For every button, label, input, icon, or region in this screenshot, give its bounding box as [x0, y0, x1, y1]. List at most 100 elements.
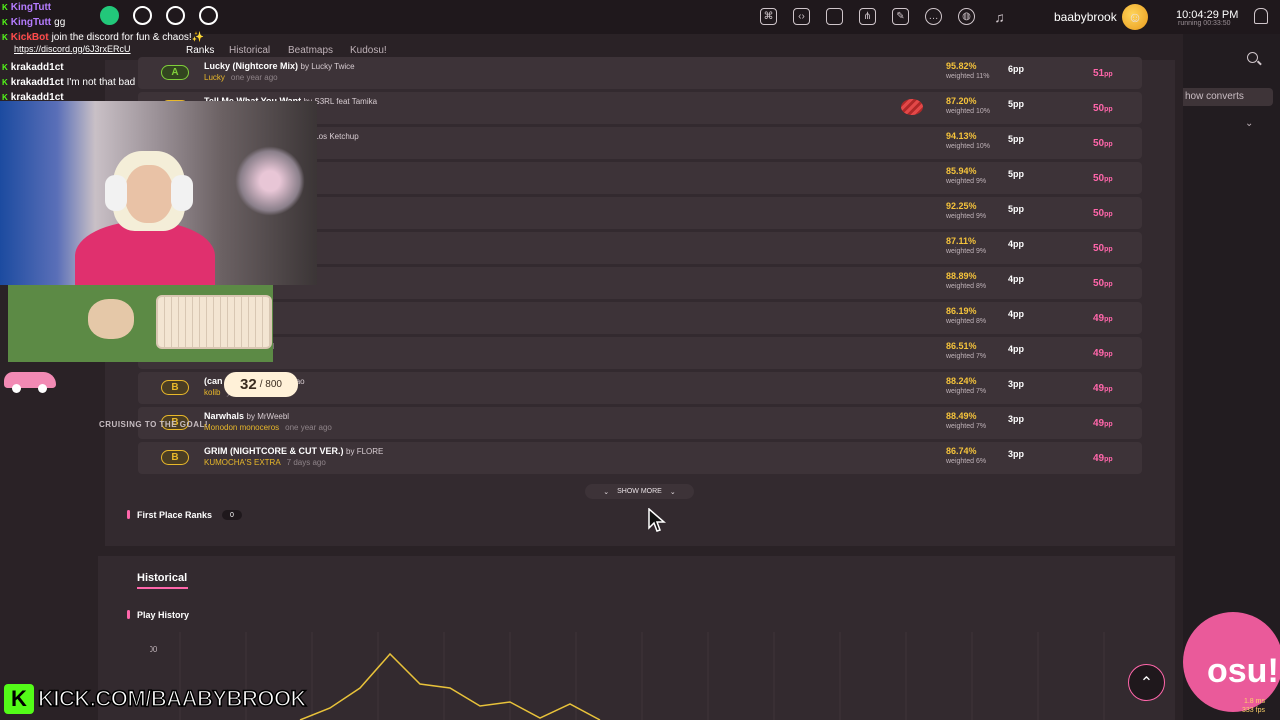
- car-wheel: [12, 384, 21, 393]
- grade-badge: B: [161, 450, 189, 465]
- chat-username: krakadd1ct: [10, 62, 64, 73]
- beatmap-title[interactable]: GRIM (NIGHTCORE & CUT VER.) by FLORE: [204, 446, 383, 456]
- headset-icon: [171, 175, 193, 211]
- tab-kudosu[interactable]: Kudosu!: [350, 45, 387, 56]
- show-more-button[interactable]: ⌄ SHOW MORE ⌄: [585, 484, 694, 499]
- edit-icon[interactable]: ✎: [892, 8, 909, 25]
- kick-logo: K: [4, 684, 34, 714]
- weight-percent: weighted 11%: [946, 73, 990, 80]
- pp-value: 50pp: [1093, 278, 1113, 289]
- rank-row[interactable]: Bl by krodness&Reole year ago86.51%weigh…: [138, 337, 1142, 369]
- pp-unit: pp: [1104, 211, 1113, 218]
- accuracy: 85.94%: [946, 166, 977, 176]
- search-icon[interactable]: [1247, 52, 1258, 63]
- weight-percent: weighted 10%: [946, 108, 990, 115]
- chat-username: krakadd1ct: [10, 92, 64, 103]
- beatmap-subline: Monodon monoceros one year ago: [204, 423, 332, 432]
- tablet-icon[interactable]: [826, 8, 843, 25]
- pp-number: 50: [1093, 173, 1105, 184]
- kick-handle: KICK.COM/BAABYBROOK: [37, 685, 307, 712]
- chat-message: Kkrakadd1ct: [2, 90, 232, 105]
- accuracy: 95.82%: [946, 61, 977, 71]
- car-icon: [4, 366, 56, 393]
- pp-value: 50pp: [1093, 138, 1113, 149]
- avatar[interactable]: ☺: [1122, 4, 1148, 30]
- pp-number: 50: [1093, 278, 1105, 289]
- accuracy: 86.51%: [946, 341, 977, 351]
- weight-percent: weighted 9%: [946, 248, 987, 255]
- show-converts-toggle[interactable]: how converts: [1183, 88, 1273, 106]
- pp-unit: pp: [1104, 386, 1113, 393]
- overlay-icon-group: [100, 6, 218, 25]
- pp-value: 49pp: [1093, 348, 1113, 359]
- chat-bubble-icon[interactable]: ⌘: [760, 8, 777, 25]
- webcam-feed: [0, 101, 317, 285]
- accuracy: 88.89%: [946, 271, 977, 281]
- pp-number: 50: [1093, 243, 1105, 254]
- section-marker: [127, 510, 130, 519]
- beatmap-title[interactable]: Narwhals by MrWeebl: [204, 411, 289, 421]
- beatmap-artist: by Lucky Twice: [300, 62, 355, 71]
- beatmap-title-text: GRIM (NIGHTCORE & CUT VER.): [204, 446, 344, 456]
- chevron-down-icon: ⌄: [603, 488, 610, 496]
- rank-row[interactable]: B GRIM (NIGHTCORE & CUT VER.) by FLORE KUM…: [138, 442, 1142, 474]
- pp-value: 50pp: [1093, 243, 1113, 254]
- headset-icon: [105, 175, 127, 211]
- beatmap-artist: by MrWeebl: [246, 412, 290, 421]
- section-marker: [127, 610, 130, 619]
- hand: [88, 299, 134, 339]
- tree-icon[interactable]: ⋔: [859, 8, 876, 25]
- pp-unit: pp: [1104, 421, 1113, 428]
- username[interactable]: baabybrook: [1054, 10, 1117, 24]
- pp-value: 51pp: [1093, 68, 1113, 79]
- pp-unit: pp: [1104, 106, 1113, 113]
- pp-number: 49: [1093, 453, 1105, 464]
- pp-number: 50: [1093, 138, 1105, 149]
- goal-counter-total: / 800: [259, 379, 282, 390]
- fps-readout: 333 fps: [1242, 707, 1265, 714]
- pp-number: 49: [1093, 348, 1105, 359]
- accuracy: 88.24%: [946, 376, 977, 386]
- globe-icon[interactable]: ◍: [958, 8, 975, 25]
- comment-icon[interactable]: …: [925, 8, 942, 25]
- weighted-pp: 6pp: [1008, 64, 1025, 74]
- weighted-pp: 3pp: [1008, 379, 1025, 389]
- pp-number: 51: [1093, 68, 1105, 79]
- beatmap-title-text: Narwhals: [204, 411, 245, 421]
- rank-row[interactable]: B Narwhals by MrWeebl Monodon monoceros one…: [138, 407, 1142, 439]
- beatmap-title-text: (can: [204, 376, 223, 386]
- pp-number: 49: [1093, 313, 1105, 324]
- first-place-count-badge: 0: [222, 510, 242, 520]
- weight-percent: weighted 10%: [946, 143, 990, 150]
- first-place-ranks-heading: First Place Ranks: [137, 510, 213, 520]
- chat-username: KingTutt: [10, 2, 52, 13]
- pp-unit: pp: [1104, 281, 1113, 288]
- pp-unit: pp: [1104, 71, 1113, 78]
- discord-link[interactable]: https://discord.gg/6J3rxERcU: [14, 44, 131, 54]
- kick-badge-icon: K: [2, 18, 8, 27]
- rank-row[interactable]: BDRU by Turboneone year ago86.19%weighte…: [138, 302, 1142, 334]
- music-icon[interactable]: ♫: [991, 8, 1008, 25]
- code-icon[interactable]: ‹›: [793, 8, 810, 25]
- tab-historical[interactable]: Historical: [229, 45, 270, 56]
- weight-percent: weighted 7%: [946, 423, 987, 430]
- streamer: [75, 151, 225, 285]
- accuracy: 86.19%: [946, 306, 977, 316]
- weighted-pp: 4pp: [1008, 239, 1025, 249]
- goal-caption: CRUISING TO THE GOAL!: [99, 420, 209, 429]
- bell-icon[interactable]: [1254, 8, 1268, 24]
- kick-badge-icon: K: [2, 93, 8, 102]
- pp-unit: pp: [1104, 456, 1113, 463]
- pp-value: 50pp: [1093, 103, 1113, 114]
- heading-underline: [137, 587, 188, 589]
- chevron-down-icon[interactable]: ⌄: [1245, 118, 1253, 129]
- kick-badge-icon: K: [2, 33, 8, 42]
- desk-cam-feed: [8, 285, 273, 362]
- weight-percent: weighted 8%: [946, 283, 987, 290]
- rank-row[interactable]: A Lucky (Nightcore Mix) by Lucky Twice Luc…: [138, 57, 1142, 89]
- flowers-decoration: [235, 146, 305, 216]
- scroll-to-top-button[interactable]: ⌃: [1128, 664, 1165, 701]
- tab-beatmaps[interactable]: Beatmaps: [288, 45, 333, 56]
- car-wheel: [38, 384, 47, 393]
- pp-value: 49pp: [1093, 453, 1113, 464]
